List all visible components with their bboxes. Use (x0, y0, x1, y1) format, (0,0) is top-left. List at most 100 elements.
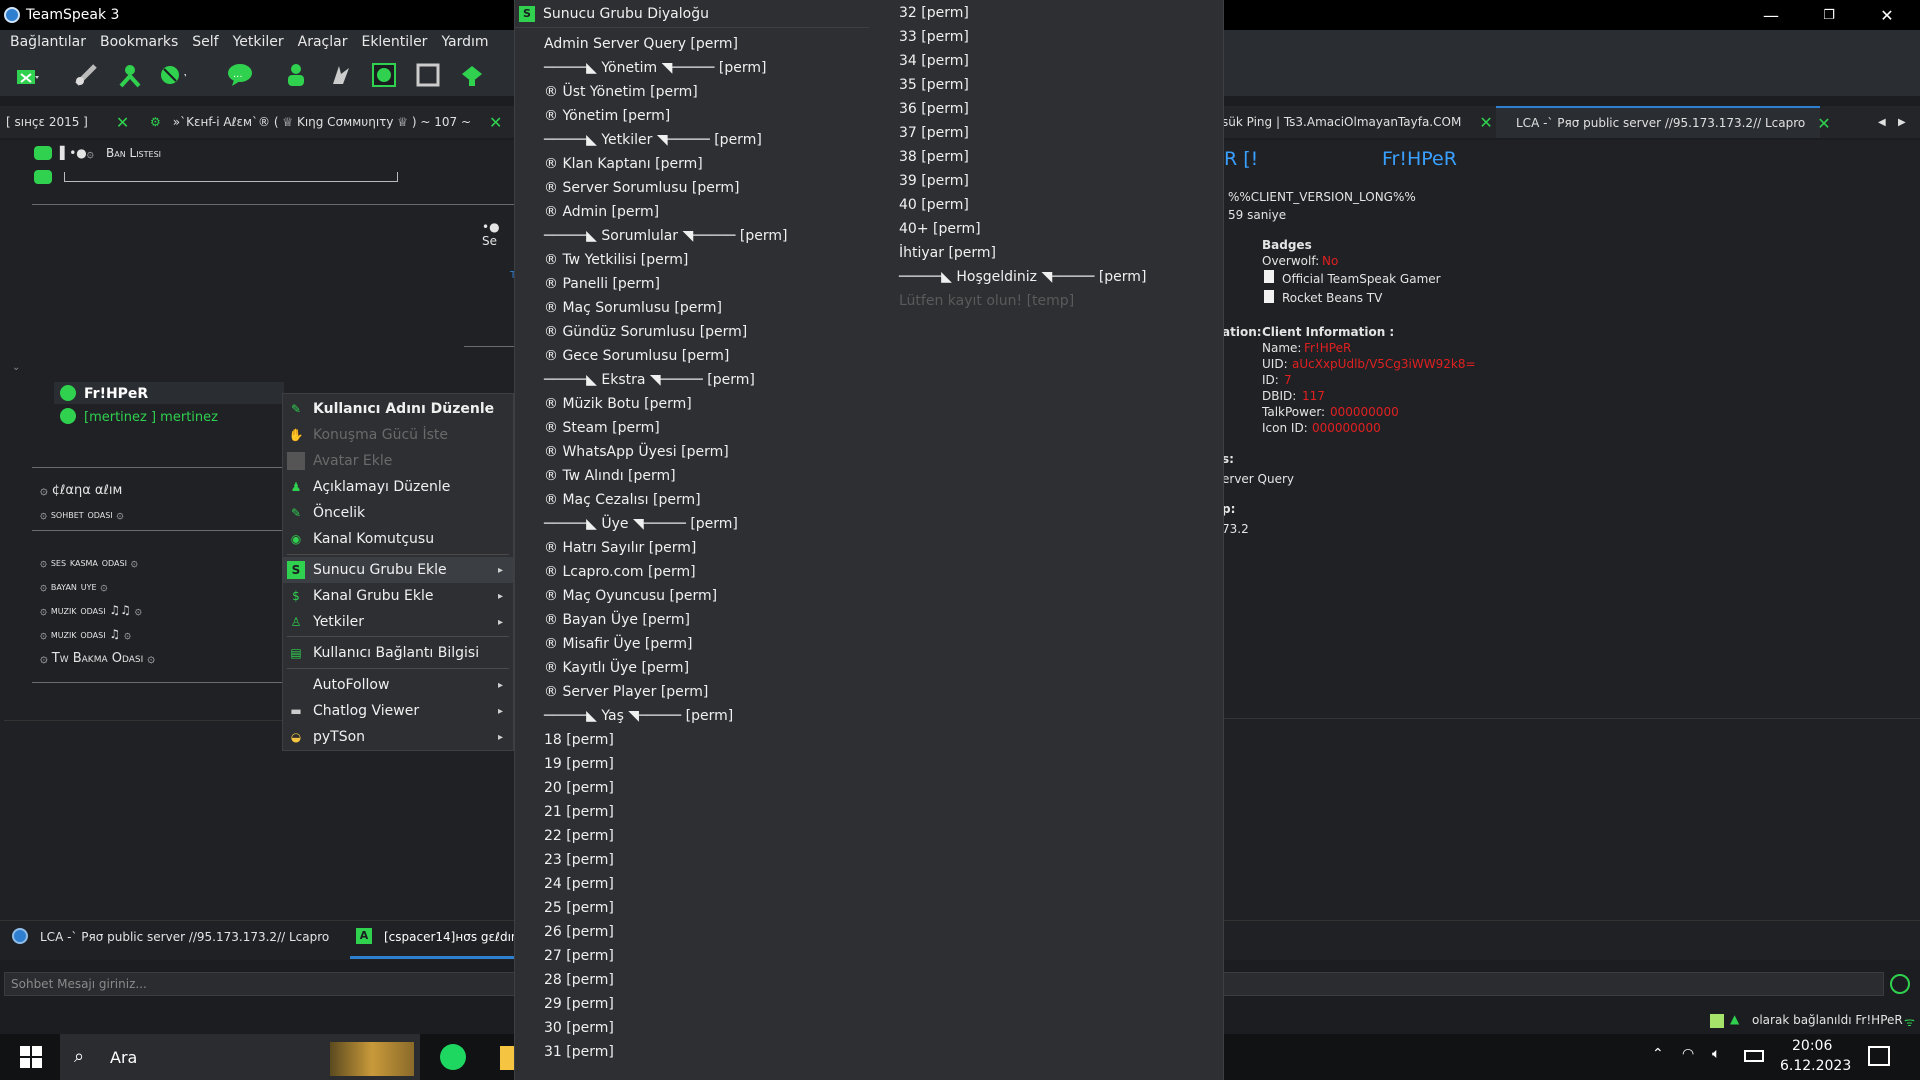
menu-item-edit-description[interactable]: ♟ Açıklamayı Düzenle (283, 474, 513, 500)
server-group-item[interactable]: ─────◣ Üye ◥───── [perm] (544, 512, 738, 536)
server-group-item[interactable]: ® Panelli [perm] (544, 272, 660, 296)
close-tab-icon[interactable]: ✕ (1479, 113, 1492, 132)
volume-icon[interactable]: 🔈︎ (1712, 1046, 1720, 1062)
mute-microphone-icon[interactable] (158, 61, 186, 89)
server-group-item[interactable]: ® Lcapro.com [perm] (544, 560, 696, 584)
server-group-item[interactable]: ® Bayan Üye [perm] (544, 608, 690, 632)
server-group-item[interactable]: ─────◣ Yetkiler ◥───── [perm] (544, 128, 762, 152)
emoji-icon[interactable] (1890, 974, 1910, 994)
server-group-item[interactable]: ® WhatsApp Üyesi [perm] (544, 440, 729, 464)
server-group-item[interactable]: 22 [perm] (544, 824, 614, 848)
close-tab-icon[interactable]: ✕ (116, 113, 129, 132)
server-group-item[interactable]: 31 [perm] (544, 1040, 614, 1064)
server-group-item[interactable]: 21 [perm] (544, 800, 614, 824)
channel-item[interactable]: ۞ bayan uye ۞ (40, 579, 107, 593)
menu-self[interactable]: Self (192, 34, 218, 50)
server-group-item[interactable]: ® Server Player [perm] (544, 680, 708, 704)
channel-item[interactable]: ۞ Tw Bakma Odası ۞ (40, 651, 155, 666)
menu-item-pytson[interactable]: ◒ pyTSon ▸ (283, 724, 513, 750)
server-tab[interactable]: ⚙ »`Kεнf-i Aℓεм`® ( ♕ Kıηg Cσммυηıτy ♕ )… (150, 106, 502, 138)
record-icon[interactable] (370, 61, 398, 89)
server-group-item[interactable]: 38 [perm] (899, 145, 969, 169)
file-explorer-icon[interactable] (500, 1046, 514, 1070)
battery-icon[interactable] (1744, 1050, 1764, 1062)
close-button[interactable]: ✕ (1858, 0, 1916, 30)
server-group-item[interactable]: ® Gündüz Sorumlusu [perm] (544, 320, 747, 344)
server-group-item[interactable]: ® Üst Yönetim [perm] (544, 80, 698, 104)
ban-list-channel[interactable]: Ban Listesi (106, 146, 161, 160)
close-tab-icon[interactable]: ✕ (489, 113, 502, 132)
server-group-item[interactable]: 37 [perm] (899, 121, 969, 145)
server-group-item[interactable]: 40 [perm] (899, 193, 969, 217)
menu-item-edit-nickname[interactable]: ✎ Kullanıcı Adını Düzenle (283, 396, 513, 422)
server-group-item[interactable]: ─────◣ Yaş ◥───── [perm] (544, 704, 733, 728)
server-group-item[interactable]: ® Hatrı Sayılır [perm] (544, 536, 696, 560)
server-group-item[interactable]: 24 [perm] (544, 872, 614, 896)
server-group-item[interactable]: 28 [perm] (544, 968, 614, 992)
server-group-item[interactable]: 34 [perm] (899, 49, 969, 73)
server-group-item[interactable]: ® Server Sorumlusu [perm] (544, 176, 739, 200)
notifications-icon[interactable] (1868, 1046, 1890, 1066)
server-group-item[interactable]: ® Admin [perm] (544, 200, 659, 224)
windows-start-icon[interactable] (20, 1046, 42, 1068)
channel-item[interactable]: ۞ ses kasma odası ۞ (40, 555, 138, 569)
menu-item-channel-commander[interactable]: ◉ Kanal Komutçusu (283, 526, 513, 552)
menu-item-connection-info[interactable]: ▤ Kullanıcı Bağlantı Bilgisi (283, 640, 513, 666)
user-name[interactable]: Fr!HPeR (84, 386, 148, 402)
server-group-item[interactable]: 19 [perm] (544, 752, 614, 776)
menu-item-autofollow[interactable]: AutoFollow ▸ (283, 672, 513, 698)
server-group-item[interactable]: 32 [perm] (899, 1, 969, 25)
server-tab[interactable]: [ sıнçε 2015 ] ✕ (6, 106, 129, 138)
menu-item-chatlog-viewer[interactable]: ▬ Chatlog Viewer ▸ (283, 698, 513, 724)
server-group-item[interactable]: 39 [perm] (899, 169, 969, 193)
menu-item-add-avatar[interactable]: Avatar Ekle (283, 448, 513, 474)
server-group-item[interactable]: ® Klan Kaptanı [perm] (544, 152, 703, 176)
menu-plugins[interactable]: Eklentiler (361, 34, 427, 50)
server-group-item[interactable]: İhtiyar [perm] (899, 241, 996, 265)
server-group-item[interactable]: ® Maç Sorumlusu [perm] (544, 296, 722, 320)
close-tab-icon[interactable]: ✕ (1817, 114, 1830, 133)
channel-item[interactable]: ۞ ¢ℓαηα αℓıм (40, 483, 122, 498)
menu-bookmarks[interactable]: Bookmarks (100, 34, 178, 50)
server-group-item[interactable]: 33 [perm] (899, 25, 969, 49)
server-group-item[interactable]: 25 [perm] (544, 896, 614, 920)
wifi-icon[interactable]: ◠ (1682, 1046, 1694, 1062)
taskbar-search-box[interactable]: ⌕ Ara (60, 1034, 420, 1080)
server-group-item[interactable]: 40+ [perm] (899, 217, 981, 241)
server-group-item[interactable]: 35 [perm] (899, 73, 969, 97)
clock-time[interactable]: 20:06 (1792, 1038, 1832, 1054)
minimize-button[interactable]: — (1742, 0, 1800, 30)
tray-chevron-icon[interactable]: ⌃ (1652, 1046, 1664, 1062)
user-subtitle[interactable]: [mertinez ] mertinez (84, 410, 218, 425)
server-group-item[interactable]: 36 [perm] (899, 97, 969, 121)
menu-item-priority[interactable]: ✎ Öncelik (283, 500, 513, 526)
clock-date[interactable]: 6.12.2023 (1780, 1058, 1851, 1074)
chat-icon[interactable]: ... (226, 61, 254, 89)
server-group-item[interactable]: 29 [perm] (544, 992, 614, 1016)
server-group-item[interactable]: ® Tw Alındı [perm] (544, 464, 676, 488)
server-group-item[interactable]: ® Tw Yetkilisi [perm] (544, 248, 688, 272)
server-group-item[interactable]: 18 [perm] (544, 728, 614, 752)
chat-tab-server[interactable]: LCA -` Pяσ public server //95.173.173.2/… (40, 930, 329, 944)
menu-tools[interactable]: Araçlar (298, 34, 348, 50)
channel-item[interactable]: ۞ sohbet odası ۞ (40, 507, 124, 521)
server-tab[interactable]: sük Ping | Ts3.AmaciOlmayanTayfa.COM ✕ (1222, 106, 1493, 138)
menu-help[interactable]: Yardım (441, 34, 488, 50)
spotify-icon[interactable] (440, 1044, 466, 1070)
contacts-icon[interactable] (282, 61, 310, 89)
restore-button[interactable]: ❐ (1800, 0, 1858, 30)
away-icon[interactable] (116, 61, 144, 89)
menu-permissions[interactable]: Yetkiler (233, 34, 284, 50)
server-group-item[interactable]: 27 [perm] (544, 944, 614, 968)
tab-scroll-right-icon[interactable]: ▶ (1898, 106, 1906, 138)
server-icon[interactable] (458, 61, 486, 89)
server-group-item[interactable]: 30 [perm] (544, 1016, 614, 1040)
server-group-item[interactable]: ® Maç Cezalısı [perm] (544, 488, 701, 512)
menu-item-request-talk-power[interactable]: ✋ Konuşma Gücü İste (283, 422, 513, 448)
server-group-item[interactable]: ® Kayıtlı Üye [perm] (544, 656, 689, 680)
server-group-item[interactable]: ® Maç Oyuncusu [perm] (544, 584, 717, 608)
channel-se[interactable]: •● Se (482, 220, 514, 248)
connect-icon[interactable] (14, 61, 42, 89)
menu-connections[interactable]: Bağlantılar (10, 34, 86, 50)
channel-item[interactable]: ۞ muzik odası ♫ ۞ (40, 627, 131, 641)
